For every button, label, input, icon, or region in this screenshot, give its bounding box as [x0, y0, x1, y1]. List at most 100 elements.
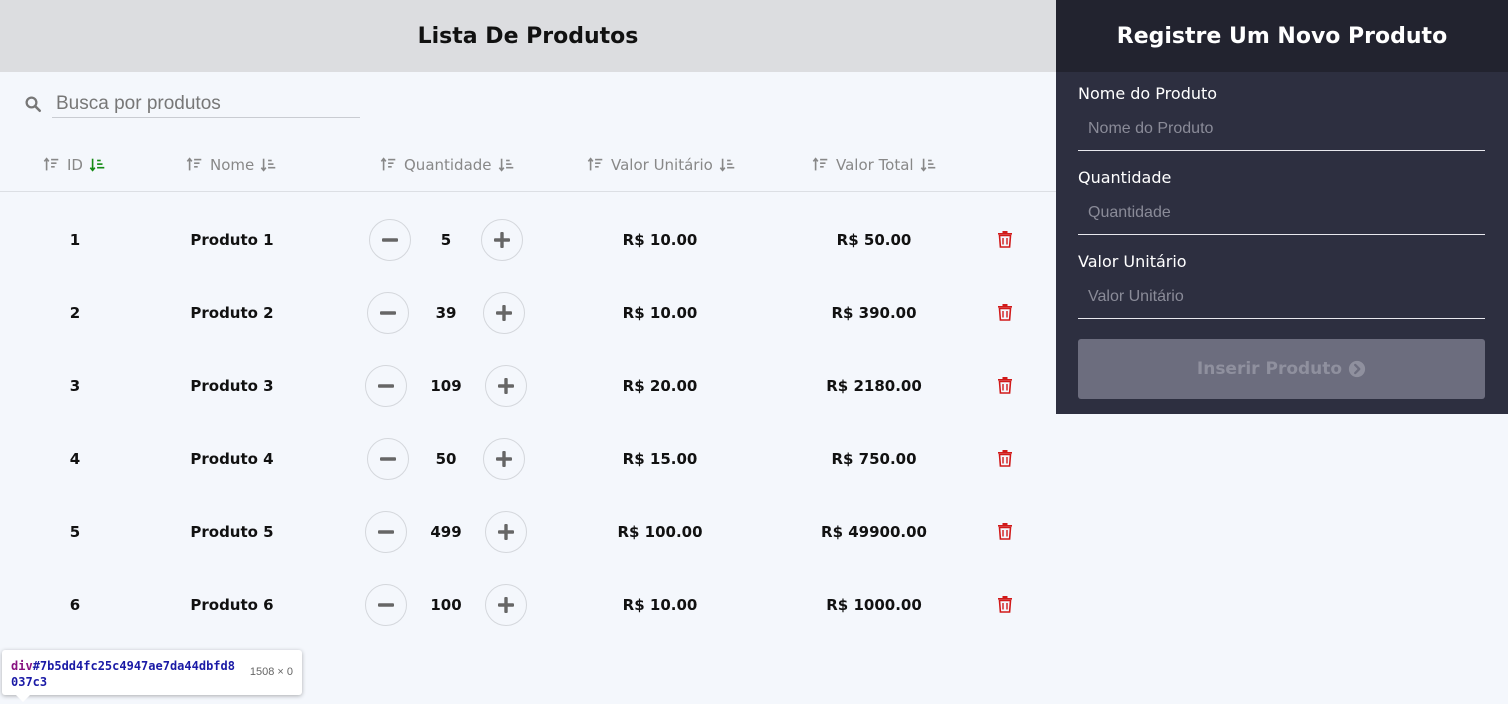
cell-unit-value: R$ 20.00 [622, 376, 698, 395]
decrease-quantity-button[interactable] [369, 219, 411, 261]
minus-icon [378, 530, 394, 534]
cell-name: Produto 5 [190, 522, 274, 541]
trash-icon[interactable] [997, 522, 1013, 540]
table-row: 2 Produto 2 39 R$ 10.00 R$ 390.00 [0, 276, 1056, 349]
search-input[interactable] [52, 90, 360, 118]
trash-icon[interactable] [997, 595, 1013, 613]
quantity-field: Quantidade [1078, 168, 1485, 235]
sort-asc-icon[interactable] [812, 156, 830, 174]
plus-icon [498, 524, 514, 540]
column-header-quantity: Quantidade [380, 154, 516, 176]
plus-icon [494, 232, 510, 248]
decrease-quantity-button[interactable] [365, 365, 407, 407]
cell-name: Produto 1 [190, 230, 274, 249]
cell-unit-value: R$ 10.00 [622, 303, 698, 322]
plus-icon [498, 597, 514, 613]
sort-asc-icon[interactable] [186, 156, 204, 174]
sort-desc-icon[interactable] [719, 156, 737, 174]
increase-quantity-button[interactable] [483, 438, 525, 480]
sort-desc-icon[interactable] [89, 156, 107, 174]
cell-total-value: R$ 49900.00 [821, 522, 927, 541]
decrease-quantity-button[interactable] [367, 292, 409, 334]
register-product-panel: Registre Um Novo Produto Nome do Produto… [1056, 0, 1508, 414]
cell-unit-value: R$ 15.00 [622, 449, 698, 468]
cell-unit-value: R$ 10.00 [622, 230, 698, 249]
cell-total-value: R$ 390.00 [831, 303, 917, 322]
column-label-unit-value: Valor Unitário [611, 156, 713, 174]
cell-id: 4 [69, 449, 81, 468]
increase-quantity-button[interactable] [485, 584, 527, 626]
minus-icon [382, 238, 398, 242]
cell-id: 5 [69, 522, 81, 541]
plus-icon [498, 378, 514, 394]
sort-desc-icon[interactable] [260, 156, 278, 174]
cell-name: Produto 3 [190, 376, 274, 395]
product-list-title: Lista De Produtos [0, 0, 1056, 72]
product-name-input[interactable] [1078, 107, 1485, 151]
cell-quantity: 50 [435, 449, 457, 468]
chevron-circle-right-icon [1348, 360, 1366, 378]
table-row: 6 Produto 6 100 R$ 10.00 R$ 1000.00 [0, 568, 1056, 641]
trash-icon[interactable] [997, 376, 1013, 394]
sort-desc-icon[interactable] [498, 156, 516, 174]
cell-quantity: 5 [440, 230, 452, 249]
column-label-quantity: Quantidade [404, 156, 492, 174]
minus-icon [378, 384, 394, 388]
cell-quantity: 100 [430, 595, 462, 614]
plus-icon [496, 451, 512, 467]
search-bar [24, 90, 360, 118]
table-header: ID Nome Quantidade Valor Unitário Valor … [0, 146, 1056, 192]
cell-id: 3 [69, 376, 81, 395]
increase-quantity-button[interactable] [481, 219, 523, 261]
minus-icon [380, 311, 396, 315]
sort-asc-icon[interactable] [43, 156, 61, 174]
sort-asc-icon[interactable] [380, 156, 398, 174]
cell-id: 1 [69, 230, 81, 249]
unit-value-field: Valor Unitário [1078, 252, 1485, 319]
decrease-quantity-button[interactable] [365, 584, 407, 626]
column-header-id: ID [43, 154, 107, 176]
cell-unit-value: R$ 100.00 [617, 522, 703, 541]
product-name-label: Nome do Produto [1078, 84, 1218, 103]
quantity-label: Quantidade [1078, 168, 1172, 187]
table-row: 4 Produto 4 50 R$ 15.00 R$ 750.00 [0, 422, 1056, 495]
increase-quantity-button[interactable] [483, 292, 525, 334]
cell-total-value: R$ 2180.00 [826, 376, 922, 395]
trash-icon[interactable] [997, 303, 1013, 321]
quantity-input[interactable] [1078, 191, 1485, 235]
cell-quantity: 109 [430, 376, 462, 395]
column-label-id: ID [67, 156, 83, 174]
increase-quantity-button[interactable] [485, 365, 527, 407]
trash-icon[interactable] [997, 449, 1013, 467]
cell-id: 2 [69, 303, 81, 322]
decrease-quantity-button[interactable] [367, 438, 409, 480]
minus-icon [380, 457, 396, 461]
cell-quantity: 39 [435, 303, 457, 322]
cell-name: Produto 4 [190, 449, 274, 468]
table-row: 1 Produto 1 5 R$ 10.00 R$ 50.00 [0, 203, 1056, 276]
minus-icon [378, 603, 394, 607]
insert-product-label: Inserir Produto [1196, 359, 1343, 379]
sort-desc-icon[interactable] [920, 156, 938, 174]
column-header-total-value: Valor Total [812, 154, 938, 176]
sort-asc-icon[interactable] [587, 156, 605, 174]
table-row: 3 Produto 3 109 R$ 20.00 R$ 2180.00 [0, 349, 1056, 422]
unit-value-label: Valor Unitário [1078, 252, 1187, 271]
product-list-panel: Lista De Produtos ID [0, 0, 1056, 704]
element-selector: div#7b5dd4fc25c4947ae7da44dbfd8037c3 [11, 658, 241, 690]
cell-total-value: R$ 1000.00 [826, 595, 922, 614]
register-panel-title: Registre Um Novo Produto [1056, 0, 1508, 72]
increase-quantity-button[interactable] [485, 511, 527, 553]
insert-product-button[interactable]: Inserir Produto [1078, 339, 1485, 399]
column-header-name: Nome [186, 154, 278, 176]
cell-id: 6 [69, 595, 81, 614]
devtools-element-tooltip: div#7b5dd4fc25c4947ae7da44dbfd8037c3 150… [2, 650, 302, 702]
decrease-quantity-button[interactable] [365, 511, 407, 553]
selector-id: #7b5dd4fc25c4947ae7da44dbfd8037c3 [11, 659, 235, 689]
trash-icon[interactable] [997, 230, 1013, 248]
column-label-total-value: Valor Total [836, 156, 914, 174]
element-dimensions: 1508 × 0 [249, 666, 293, 678]
column-label-name: Nome [210, 156, 255, 174]
search-icon [25, 96, 42, 113]
unit-value-input[interactable] [1078, 275, 1485, 319]
